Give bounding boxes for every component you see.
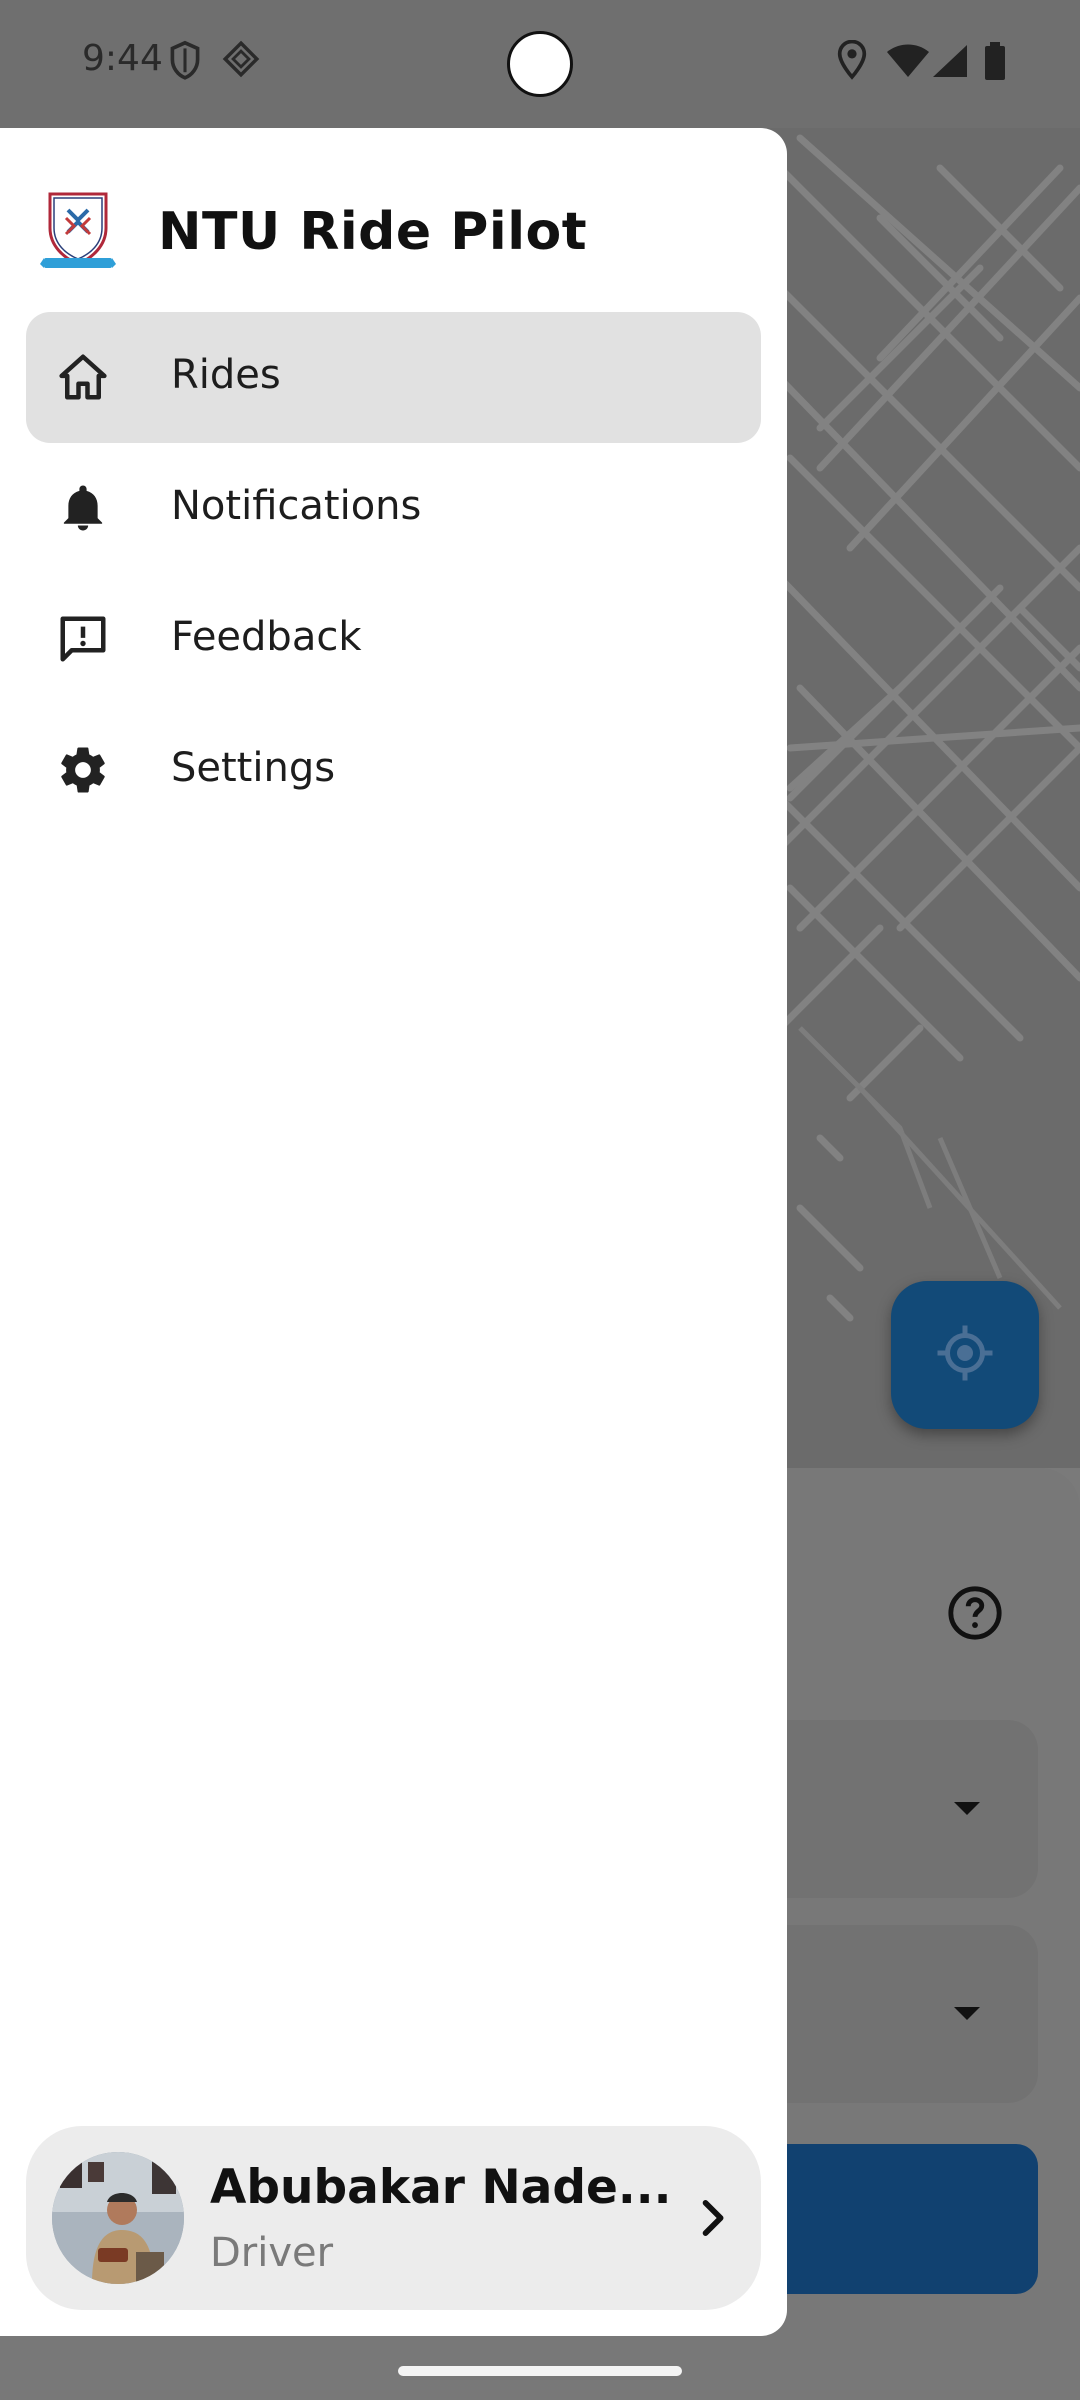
wifi-icon	[886, 44, 930, 82]
navigation-drawer: NTU Ride Pilot Rides Notifications Feedb…	[0, 128, 787, 2336]
nav-item-notifications[interactable]: Notifications	[26, 443, 761, 574]
location-icon	[836, 39, 868, 84]
nav-item-label: Feedback	[171, 614, 362, 660]
nav-item-label: Rides	[171, 352, 281, 398]
nav-item-rides[interactable]: Rides	[26, 312, 761, 443]
drawer-header: NTU Ride Pilot	[0, 128, 787, 308]
nav-item-label: Settings	[171, 745, 336, 791]
profile-role: Driver	[210, 2230, 334, 2276]
status-bar: 9:44	[0, 0, 1080, 128]
help-circle-icon[interactable]	[946, 1584, 1004, 1646]
home-icon	[56, 350, 110, 404]
signal-icon	[932, 44, 968, 82]
ntu-crest-icon	[40, 188, 116, 274]
camera-cutout	[507, 31, 573, 97]
chevron-right-icon	[686, 2192, 738, 2244]
nav-item-settings[interactable]: Settings	[26, 705, 761, 836]
home-indicator[interactable]	[398, 2366, 682, 2376]
shield-icon	[168, 40, 202, 86]
my-location-icon	[935, 1323, 995, 1387]
gear-icon	[56, 743, 110, 797]
battery-icon	[984, 42, 1006, 84]
bell-icon	[56, 481, 110, 535]
my-location-button[interactable]	[891, 1281, 1039, 1429]
nav-item-feedback[interactable]: Feedback	[26, 574, 761, 705]
app-title: NTU Ride Pilot	[158, 202, 588, 262]
nav-item-label: Notifications	[171, 483, 422, 529]
status-time: 9:44	[82, 38, 163, 79]
profile-name: Abubakar Nade...	[210, 2160, 672, 2215]
avatar	[52, 2152, 184, 2284]
profile-card[interactable]: Abubakar Nade... Driver	[26, 2126, 761, 2310]
vpn-diamond-icon	[222, 40, 260, 82]
feedback-icon	[56, 612, 110, 666]
dropdown-arrow-icon	[954, 1802, 980, 1815]
dropdown-arrow-icon	[954, 2007, 980, 2020]
